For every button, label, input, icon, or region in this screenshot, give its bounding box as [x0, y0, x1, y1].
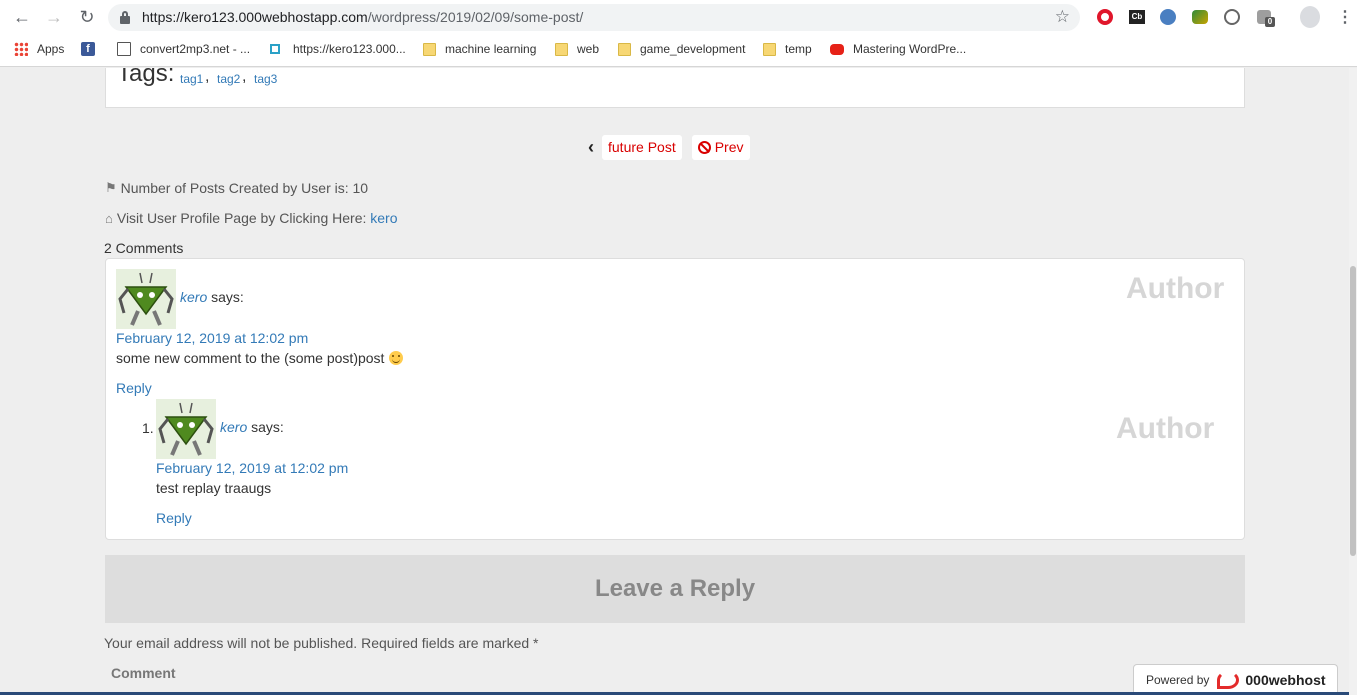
comment-number: 1. [142, 420, 154, 436]
avatar [156, 399, 216, 459]
profile-link[interactable]: kero [370, 210, 397, 226]
menu-dots-icon[interactable]: ⋮ [1335, 7, 1355, 27]
prev-post-link[interactable]: Prev [691, 135, 750, 160]
chevron-left-icon: ‹ [588, 137, 594, 157]
tag-link[interactable]: tag3 [254, 72, 277, 86]
site-icon [270, 44, 280, 54]
comments-count: 2 Comments [104, 240, 184, 256]
reload-icon[interactable]: ↻ [72, 2, 102, 32]
comment-date-link[interactable]: February 12, 2019 at 12:02 pm [116, 330, 308, 346]
bookmark-game-development[interactable]: game_development [618, 42, 745, 56]
page-content: Tags: tag1 , tag2 , tag3 ‹ future Post P… [0, 68, 1357, 695]
comment-date-link[interactable]: February 12, 2019 at 12:02 pm [156, 460, 348, 476]
page-icon [117, 42, 131, 56]
tags-label: Tags: [117, 68, 175, 87]
comment-text: some new comment to the (some post)post [116, 350, 404, 366]
forward-arrow-icon[interactable]: → [39, 2, 69, 32]
ban-icon [697, 141, 711, 154]
bookmark-convert2mp3[interactable]: convert2mp3.net - ... [117, 42, 250, 56]
author-link[interactable]: kero [220, 419, 247, 435]
000webhost-logo-icon [1217, 671, 1240, 689]
comment-author: kero says: [180, 289, 244, 305]
reply-link[interactable]: Reply [116, 380, 152, 396]
bookmark-mastering-wordpress[interactable]: Mastering WordPre... [830, 42, 966, 56]
extension-icon[interactable] [1222, 7, 1242, 27]
browser-toolbar: ← → ↻ https://kero123.000webhostapp.com/… [0, 0, 1357, 35]
page-scrollbar[interactable] [1349, 68, 1357, 695]
tag-link[interactable]: tag2 [217, 72, 240, 86]
author-badge: Author [1126, 272, 1225, 305]
tag-separator: , [205, 68, 210, 85]
bookmark-facebook[interactable]: f [81, 42, 104, 56]
bookmark-temp[interactable]: temp [763, 42, 812, 56]
bookmark-kero123[interactable]: https://kero123.000... [270, 42, 406, 56]
comment-text: test replay traaugs [156, 480, 272, 496]
folder-icon [763, 42, 776, 56]
leave-reply-heading: Leave a Reply [105, 555, 1245, 623]
profile-avatar-icon[interactable] [1300, 6, 1320, 28]
tag-separator: , [242, 68, 247, 85]
comments-list: kero says: Author February 12, 2019 at 1… [105, 258, 1245, 540]
lock-icon [120, 11, 130, 24]
bookmarks-bar: Apps f convert2mp3.net - ... https://ker… [0, 35, 1357, 67]
tags-icon: ⚑ [105, 180, 117, 195]
posts-count-info: ⚑ Number of Posts Created by User is: 10 [105, 180, 369, 196]
extension-icon[interactable]: 0 [1254, 7, 1275, 27]
cb-extension-icon[interactable]: Cb [1127, 7, 1147, 27]
extension-icon[interactable] [1190, 7, 1210, 27]
back-arrow-icon[interactable]: ← [7, 2, 37, 32]
extension-badge: 0 [1265, 17, 1275, 27]
post-tags-box: Tags: tag1 , tag2 , tag3 [105, 68, 1245, 108]
smiley-icon [389, 351, 404, 365]
home-icon: ⌂ [105, 210, 113, 226]
folder-icon [423, 42, 436, 56]
opera-extension-icon[interactable] [1095, 7, 1115, 27]
folder-icon [555, 42, 568, 56]
facebook-icon: f [81, 42, 95, 56]
bookmark-apps[interactable]: Apps [14, 42, 64, 56]
email-notice: Your email address will not be published… [104, 635, 539, 651]
post-navigation: ‹ future Post Prev [588, 135, 760, 160]
author-badge: Author [1116, 412, 1215, 445]
avatar [116, 269, 176, 329]
extension-icon[interactable] [1158, 7, 1178, 27]
author-link[interactable]: kero [180, 289, 207, 305]
address-bar[interactable]: https://kero123.000webhostapp.com/wordpr… [108, 4, 1080, 31]
bookmark-web[interactable]: web [555, 42, 599, 56]
reply-link[interactable]: Reply [156, 510, 192, 526]
profile-info: ⌂ Visit User Profile Page by Clicking He… [105, 210, 398, 226]
apps-grid-icon [14, 42, 28, 56]
powered-by-badge[interactable]: Powered by 000webhost [1133, 664, 1338, 695]
comment-author: kero says: [220, 419, 284, 435]
future-post-link[interactable]: future Post [602, 135, 682, 160]
bookmark-star-icon[interactable]: ☆ [1055, 7, 1070, 27]
folder-icon [618, 42, 631, 56]
url-text: https://kero123.000webhostapp.com/wordpr… [142, 9, 584, 25]
scrollbar-thumb[interactable] [1350, 266, 1356, 556]
bookmark-machine-learning[interactable]: machine learning [423, 42, 536, 56]
comment-field-label: Comment [111, 665, 176, 681]
tag-link[interactable]: tag1 [180, 72, 203, 86]
youtube-icon [830, 43, 844, 55]
